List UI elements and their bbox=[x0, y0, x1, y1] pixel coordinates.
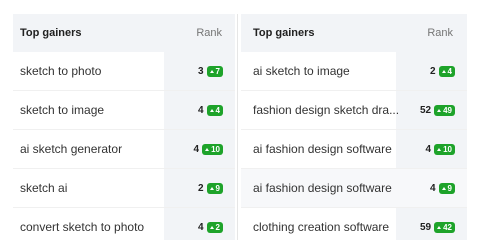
keyword-text[interactable]: ai sketch to image bbox=[253, 64, 350, 78]
rank-cell: 4 10 bbox=[193, 143, 223, 155]
caret-up-icon bbox=[205, 147, 210, 151]
panel-divider bbox=[237, 14, 238, 240]
table-row[interactable]: sketch to image 4 4 bbox=[13, 91, 235, 130]
rank-cell: 2 4 bbox=[429, 65, 455, 77]
rank-change-value: 10 bbox=[211, 144, 220, 154]
table-header-rank[interactable]: Rank bbox=[196, 27, 222, 39]
caret-up-icon bbox=[209, 225, 214, 229]
rank-value: 4 bbox=[429, 182, 436, 194]
rank-change-value: 2 bbox=[215, 222, 220, 232]
table-row[interactable]: ai sketch to image 2 4 bbox=[241, 52, 467, 91]
rank-change-badge: 9 bbox=[438, 182, 455, 194]
table-row[interactable]: fashion design sketch dra... 52 49 bbox=[241, 91, 467, 130]
keyword-text[interactable]: ai fashion design software bbox=[253, 181, 392, 195]
table-header-title: Top gainers bbox=[20, 27, 82, 39]
keyword-text[interactable]: ai sketch generator bbox=[20, 142, 122, 156]
rank-value: 4 bbox=[193, 143, 200, 155]
table-row[interactable]: ai sketch generator 4 10 bbox=[13, 130, 235, 169]
rank-value: 4 bbox=[197, 221, 204, 233]
table-header: Top gainers Rank bbox=[13, 14, 235, 52]
top-gainers-table-left: Top gainers Rank sketch to photo 3 7 ske… bbox=[13, 14, 235, 240]
top-gainers-widgets: Top gainers Rank sketch to photo 3 7 ske… bbox=[0, 0, 482, 252]
rank-change-badge: 10 bbox=[434, 143, 455, 155]
rank-value: 4 bbox=[425, 143, 432, 155]
rank-change-badge: 49 bbox=[434, 104, 455, 116]
table-row[interactable]: sketch ai 2 9 bbox=[13, 169, 235, 208]
rank-cell: 4 10 bbox=[425, 143, 455, 155]
rank-change-badge: 42 bbox=[434, 221, 455, 233]
caret-up-icon bbox=[441, 186, 446, 190]
rank-cell: 4 9 bbox=[429, 182, 455, 194]
rank-value: 2 bbox=[429, 65, 436, 77]
rank-change-badge: 7 bbox=[206, 65, 223, 77]
keyword-text[interactable]: fashion design sketch dra... bbox=[253, 103, 399, 117]
table-header: Top gainers Rank bbox=[241, 14, 467, 52]
rank-change-badge: 10 bbox=[202, 143, 223, 155]
keyword-text[interactable]: sketch ai bbox=[20, 181, 67, 195]
caret-up-icon bbox=[209, 186, 214, 190]
caret-up-icon bbox=[209, 69, 214, 73]
table-header-title: Top gainers bbox=[253, 27, 315, 39]
keyword-text[interactable]: sketch to photo bbox=[20, 64, 101, 78]
caret-up-icon bbox=[437, 108, 442, 112]
rank-value: 2 bbox=[197, 182, 204, 194]
rank-change-badge: 2 bbox=[206, 221, 223, 233]
rank-change-badge: 4 bbox=[438, 65, 455, 77]
rank-cell: 4 2 bbox=[197, 221, 223, 233]
rank-change-value: 9 bbox=[215, 183, 220, 193]
rank-cell: 2 9 bbox=[197, 182, 223, 194]
rank-change-value: 4 bbox=[215, 105, 220, 115]
table-row[interactable]: clothing creation software 59 42 bbox=[241, 208, 467, 240]
rank-change-badge: 4 bbox=[206, 104, 223, 116]
table-row[interactable]: ai fashion design software 4 9 bbox=[241, 169, 467, 208]
rank-change-value: 7 bbox=[215, 66, 220, 76]
rank-change-value: 4 bbox=[447, 66, 452, 76]
rank-change-value: 10 bbox=[443, 144, 452, 154]
rank-value: 3 bbox=[197, 65, 204, 77]
keyword-text[interactable]: clothing creation software bbox=[253, 220, 389, 234]
rank-cell: 52 49 bbox=[419, 104, 455, 116]
keyword-text[interactable]: ai fashion design software bbox=[253, 142, 392, 156]
rank-cell: 59 42 bbox=[419, 221, 455, 233]
rank-value: 59 bbox=[419, 221, 432, 233]
caret-up-icon bbox=[437, 225, 442, 229]
rank-cell: 3 7 bbox=[197, 65, 223, 77]
keyword-text[interactable]: sketch to image bbox=[20, 103, 104, 117]
table-row[interactable]: convert sketch to photo 4 2 bbox=[13, 208, 235, 240]
rank-change-value: 9 bbox=[447, 183, 452, 193]
top-gainers-table-right: Top gainers Rank ai sketch to image 2 4 … bbox=[241, 14, 467, 240]
rank-cell: 4 4 bbox=[197, 104, 223, 116]
caret-up-icon bbox=[209, 108, 214, 112]
rank-change-badge: 9 bbox=[206, 182, 223, 194]
rank-value: 52 bbox=[419, 104, 432, 116]
rank-change-value: 42 bbox=[443, 222, 452, 232]
table-header-rank[interactable]: Rank bbox=[427, 27, 453, 39]
keyword-text[interactable]: convert sketch to photo bbox=[20, 220, 144, 234]
rank-value: 4 bbox=[197, 104, 204, 116]
table-row[interactable]: sketch to photo 3 7 bbox=[13, 52, 235, 91]
caret-up-icon bbox=[441, 69, 446, 73]
caret-up-icon bbox=[437, 147, 442, 151]
table-row[interactable]: ai fashion design software 4 10 bbox=[241, 130, 467, 169]
rank-change-value: 49 bbox=[443, 105, 452, 115]
